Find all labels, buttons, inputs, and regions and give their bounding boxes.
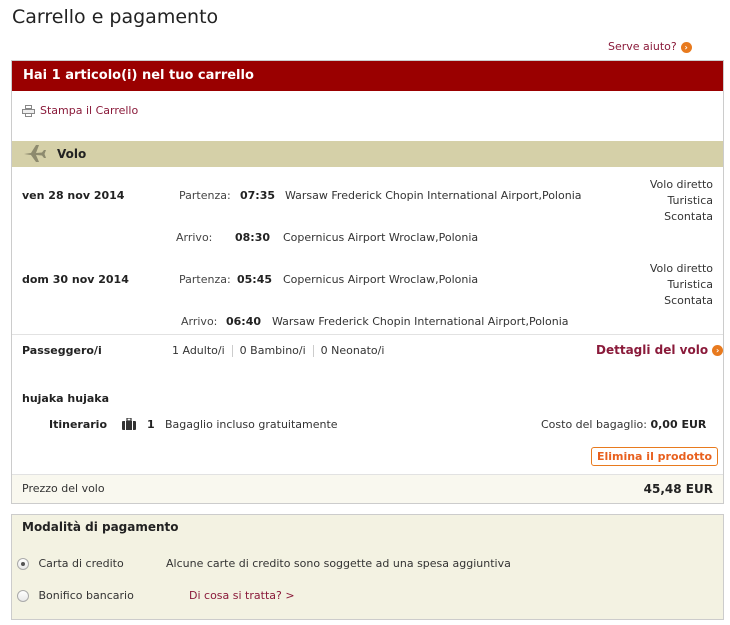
page-title: Carrello e pagamento: [12, 6, 219, 28]
print-cart-link[interactable]: Stampa il Carrello: [22, 104, 138, 117]
baggage-text: Bagaglio incluso gratuitamente: [165, 418, 338, 431]
infants-count: 0 Neonato/i: [320, 344, 385, 357]
payment-option-label: Carta di credito: [38, 557, 124, 570]
flight-2-type: Volo diretto: [649, 262, 713, 275]
adults-count: 1 Adulto/i: [172, 344, 225, 357]
baggage-cost-value: 0,00 EUR: [650, 418, 707, 431]
payment-option-credit-card[interactable]: Carta di credito: [17, 557, 124, 570]
passenger-counts: 1 Adulto/i 0 Bambino/i 0 Neonato/i: [172, 344, 384, 357]
suitcase-icon: [122, 418, 136, 430]
flight-section-bar: [12, 141, 723, 167]
payment-title: Modalità di pagamento: [22, 520, 179, 534]
plane-icon: [24, 145, 46, 162]
credit-card-note: Alcune carte di credito sono soggette ad…: [166, 557, 511, 570]
price-label: Prezzo del volo: [22, 482, 105, 495]
print-cart-label: Stampa il Carrello: [40, 104, 139, 117]
flight-2-fare: Scontata: [664, 294, 713, 307]
baggage-cost: Costo del bagaglio: 0,00 EUR: [541, 418, 706, 431]
payment-option-label: Bonifico bancario: [38, 589, 134, 602]
itinerary-label: Itinerario: [49, 418, 108, 431]
flight-1-arrival-label: Arrivo:: [176, 231, 213, 244]
what-is-it-link[interactable]: Di cosa si tratta? >: [189, 589, 295, 602]
flight-2-arrival-airport: Warsaw Frederick Chopin International Ai…: [272, 315, 569, 328]
children-count: 0 Bambino/i: [239, 344, 306, 357]
passengers-label: Passeggero/i: [22, 344, 102, 357]
flight-2-departure-label: Partenza:: [179, 273, 231, 286]
flight-2-departure-time: 05:45: [237, 273, 273, 286]
flight-1-departure-label: Partenza:: [179, 189, 231, 202]
flight-1-date: ven 28 nov 2014: [22, 189, 125, 202]
help-link-label: Serve aiuto?: [608, 40, 677, 53]
flight-1-cabin: Turistica: [667, 194, 714, 207]
payment-option-bank-transfer[interactable]: Bonifico bancario: [17, 589, 134, 602]
divider: [12, 334, 723, 335]
flight-details-label: Dettagli del volo: [596, 343, 709, 357]
radio-icon[interactable]: [17, 590, 29, 602]
arrow-circle-icon: ›: [712, 345, 724, 356]
passenger-name: hujaka hujaka: [22, 392, 110, 405]
flight-2-cabin: Turistica: [667, 278, 714, 291]
baggage-count: 1: [147, 418, 155, 431]
flight-2-arrival-label: Arrivo:: [181, 315, 218, 328]
flight-2-arrival-time: 06:40: [226, 315, 262, 328]
flight-1-arrival-airport: Copernicus Airport Wroclaw,Polonia: [283, 231, 479, 244]
flight-1-departure-time: 07:35: [240, 189, 276, 202]
flight-details-link[interactable]: Dettagli del volo ›: [596, 343, 724, 357]
flight-1-fare: Scontata: [664, 210, 713, 223]
baggage-cost-label: Costo del bagaglio:: [541, 418, 647, 431]
remove-product-button[interactable]: Elimina il prodotto: [591, 447, 718, 466]
price-value: 45,48 EUR: [643, 482, 713, 496]
flight-1-arrival-time: 08:30: [235, 231, 271, 244]
radio-icon[interactable]: [17, 558, 29, 570]
flight-2-departure-airport: Copernicus Airport Wroclaw,Polonia: [283, 273, 479, 286]
help-link[interactable]: Serve aiuto? ›: [608, 40, 692, 53]
flight-1-type: Volo diretto: [649, 178, 713, 191]
cart-header: Hai 1 articolo(i) nel tuo carrello: [12, 61, 723, 91]
arrow-circle-icon: ›: [680, 41, 692, 53]
flight-1-departure-airport: Warsaw Frederick Chopin International Ai…: [285, 189, 582, 202]
flight-section-label: Volo: [57, 147, 87, 161]
flight-2-date: dom 30 nov 2014: [22, 273, 129, 286]
printer-icon: [22, 105, 35, 117]
